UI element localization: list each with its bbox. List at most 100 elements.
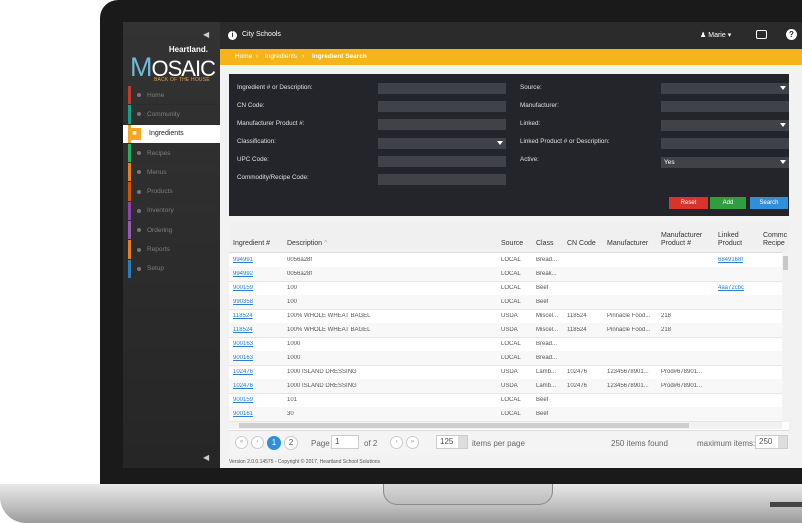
page-2-button[interactable]: 2 <box>284 436 298 450</box>
per-page-select[interactable]: 125 <box>436 435 468 449</box>
column-header-commodity[interactable]: Commc Recipe <box>763 232 787 248</box>
table-row[interactable]: 118524 100% WHOLE WHEAT BAGEL USDA Miscel..… <box>229 323 782 338</box>
cell-linked[interactable]: 6849168f <box>718 257 761 263</box>
sidebar-item-menus[interactable]: Menus <box>123 163 220 183</box>
cell-linked[interactable]: 4aa72cbc <box>718 285 761 291</box>
sidebar-item-home[interactable]: Home <box>123 86 220 106</box>
table-row[interactable]: 900163 1000 LOCAL Bread... <box>229 337 782 352</box>
cell-id[interactable]: 900159 <box>233 285 283 291</box>
sidebar-item-ingredients[interactable]: ■ Ingredients <box>123 124 220 144</box>
ingredient-input[interactable] <box>378 83 506 94</box>
manufacturer-input[interactable] <box>661 101 789 112</box>
table-row[interactable]: 900159 100 LOCAL Beef 4aa72cbc <box>229 281 782 296</box>
sidebar-item-community[interactable]: Community <box>123 105 220 125</box>
column-header-ingredient[interactable]: Ingredient # <box>233 240 270 248</box>
cell-source: USDA <box>501 327 518 333</box>
cell-id[interactable]: 994991 <box>233 257 283 263</box>
column-header-source[interactable]: Source <box>501 240 523 248</box>
table-row[interactable]: 990358 100 LOCAL Beef <box>229 295 782 310</box>
linked-select[interactable] <box>661 120 789 131</box>
cell-class: Bread... <box>536 341 558 347</box>
table-row[interactable]: 994991 0056a28f LOCAL Bread... 6849168f <box>229 253 782 268</box>
column-header-cn-code[interactable]: CN Code <box>567 240 596 248</box>
column-header-linked-product[interactable]: Linked Product <box>718 232 742 248</box>
upc-input[interactable] <box>378 156 506 167</box>
commodity-label: Commodity/Recipe Code: <box>237 174 309 181</box>
organization-name[interactable]: City Schools <box>242 31 281 38</box>
sidebar-item-inventory[interactable]: Inventory <box>123 201 220 222</box>
search-button[interactable]: Search <box>750 197 788 209</box>
page-1-button[interactable]: 1 <box>267 436 281 450</box>
cell-id[interactable]: 990358 <box>233 299 283 305</box>
cell-id[interactable]: 900161 <box>233 411 283 417</box>
column-header-description[interactable]: Description ^ <box>287 240 327 248</box>
last-page-button[interactable]: » <box>406 436 419 449</box>
reset-button[interactable]: Reset <box>669 197 708 209</box>
horizontal-scroll-thumb[interactable] <box>239 423 689 428</box>
page-input[interactable]: 1 <box>331 435 359 449</box>
sidebar-item-label: Reports <box>147 246 170 254</box>
table-row[interactable]: 900161 30 LOCAL Beef <box>229 407 782 422</box>
cell-id[interactable]: 102476 <box>233 369 283 375</box>
commodity-input[interactable] <box>378 174 506 185</box>
vertical-scroll-thumb[interactable] <box>783 256 788 270</box>
maximum-items-select[interactable]: 250 <box>755 435 788 449</box>
cell-source: USDA <box>501 383 518 389</box>
collapse-sidebar-icon[interactable]: ◀ <box>203 30 209 39</box>
cell-id[interactable]: 900159 <box>233 397 283 403</box>
add-button[interactable]: Add <box>710 197 746 209</box>
active-select[interactable]: Yes <box>661 157 789 168</box>
maximum-items-label: maximum items: <box>697 439 756 448</box>
table-row[interactable]: 994992 0056a28f LOCAL Break... <box>229 267 782 282</box>
cell-id[interactable]: 118524 <box>233 327 283 333</box>
info-icon[interactable]: i <box>228 31 237 40</box>
next-page-button[interactable]: › <box>390 436 403 449</box>
linked-product-input[interactable] <box>661 138 789 149</box>
column-header-mfr-product-line2: Product # <box>661 240 691 247</box>
cell-source: LOCAL <box>501 271 521 277</box>
ingredients-icon: ■ <box>128 127 141 140</box>
cell-id[interactable]: 900163 <box>233 341 283 347</box>
nav-dot-icon <box>137 189 141 194</box>
cell-id[interactable]: 994992 <box>233 271 283 277</box>
sidebar-item-ordering[interactable]: Ordering <box>123 221 220 241</box>
user-menu[interactable]: ♟ Marie ▾ <box>700 31 731 39</box>
cell-id[interactable]: 102476 <box>233 383 283 389</box>
chevron-down-icon <box>458 436 467 448</box>
table-row[interactable]: 900163 1000 LOCAL Bread... <box>229 351 782 366</box>
table-row[interactable]: 102476 1000 ISLAND DRESSING USDA Lamb... 102… <box>229 379 782 394</box>
breadcrumb-home[interactable]: Home <box>235 53 252 60</box>
linked-product-label: Linked Product # or Description: <box>520 138 610 145</box>
sidebar-item-label: Setup <box>147 265 164 273</box>
column-header-linked-product-line1: Linked <box>718 232 739 239</box>
inbox-icon[interactable] <box>756 30 767 39</box>
classification-select[interactable] <box>378 138 506 149</box>
cell-id[interactable]: 118524 <box>233 313 283 319</box>
help-icon[interactable]: ? <box>786 29 797 40</box>
breadcrumb-ingredients[interactable]: Ingredients <box>265 53 297 60</box>
cell-desc: 1000 <box>287 341 301 347</box>
column-header-class[interactable]: Class <box>536 240 554 248</box>
vertical-scrollbar[interactable] <box>782 252 789 422</box>
cell-desc: 30 <box>287 411 294 417</box>
horizontal-scrollbar[interactable] <box>229 422 782 429</box>
cell-source: LOCAL <box>501 397 521 403</box>
logo-tagline: BACK OF THE HOUSE <box>154 77 210 83</box>
sidebar-item-recipes[interactable]: Recipes <box>123 143 220 164</box>
prev-page-button[interactable]: ‹ <box>251 436 264 449</box>
collapse-bottom-icon[interactable]: ◀ <box>203 453 209 462</box>
cn-code-input[interactable] <box>378 101 506 112</box>
column-header-manufacturer[interactable]: Manufacturer <box>607 240 648 248</box>
sidebar-item-products[interactable]: Products <box>123 182 220 202</box>
sidebar-item-reports[interactable]: Reports <box>123 240 220 260</box>
first-page-button[interactable]: « <box>235 436 248 449</box>
mfr-product-input[interactable] <box>378 119 506 130</box>
source-select[interactable] <box>661 83 789 94</box>
column-header-mfr-product[interactable]: Manufacturer Product # <box>661 232 702 248</box>
sidebar-item-setup[interactable]: Setup <box>123 259 220 279</box>
table-row[interactable]: 900159 101 LOCAL Beef <box>229 393 782 408</box>
cell-id[interactable]: 900163 <box>233 355 283 361</box>
grid-header: Ingredient # Description ^ Source Class … <box>229 222 789 253</box>
table-row[interactable]: 102476 1000 ISLAND DRESSING USDA Lamb... 102… <box>229 365 782 380</box>
table-row[interactable]: 118524 100% WHOLE WHEAT BAGEL USDA Miscel..… <box>229 309 782 324</box>
